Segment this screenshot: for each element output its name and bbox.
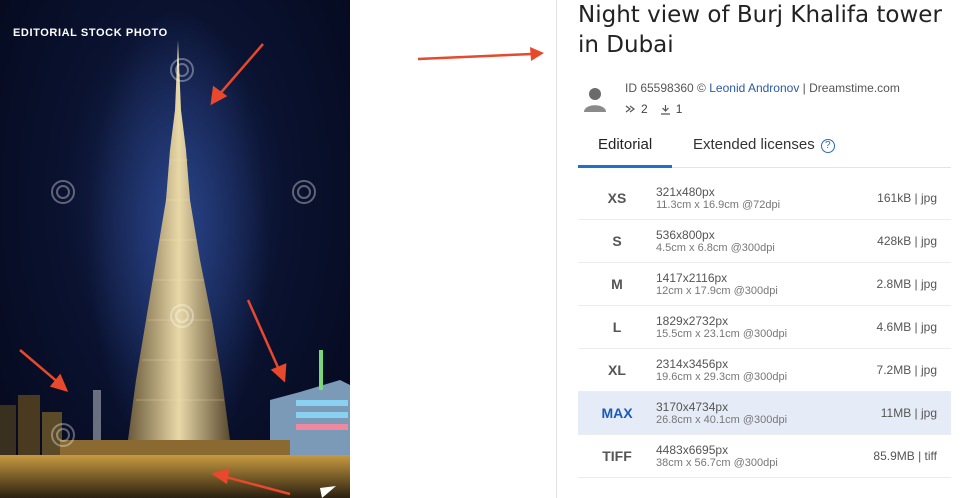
size-file: 2.8MB | jpg xyxy=(876,277,937,291)
size-file: 7.2MB | jpg xyxy=(876,363,937,377)
size-code: MAX xyxy=(601,405,633,421)
help-icon[interactable]: ? xyxy=(820,139,835,153)
user-avatar-icon[interactable] xyxy=(583,85,607,113)
download-icon xyxy=(660,104,670,115)
size-pixels: 536x800px xyxy=(656,227,715,242)
views-count: 2 xyxy=(641,102,648,116)
size-row-l[interactable]: L 1829x2732px 15.5cm x 23.1cm @300dpi 4.6… xyxy=(578,306,951,349)
views-icon xyxy=(625,105,635,113)
size-code: S xyxy=(612,233,622,249)
size-row-xs[interactable]: XS 321x480px 11.3cm x 16.9cm @72dpi 161kB… xyxy=(578,177,951,220)
annotation-arrow xyxy=(417,47,544,61)
tab-extended-label: Extended licenses xyxy=(693,136,815,153)
size-print: 26.8cm x 40.1cm @300dpi xyxy=(656,413,788,426)
site-name: Dreamstime.com xyxy=(809,81,900,95)
size-code: TIFF xyxy=(602,448,632,464)
size-pixels: 4483x6695px xyxy=(656,442,729,457)
downloads-stat: 1 xyxy=(660,102,683,116)
size-pixels: 2314x3456px xyxy=(656,356,729,371)
views-stat: 2 xyxy=(625,102,648,116)
author-block: ID 65598360 © Leonid Andronov | Dreamsti… xyxy=(583,80,900,116)
tab-editorial[interactable]: Editorial xyxy=(598,136,652,153)
size-print: 4.5cm x 6.8cm @300dpi xyxy=(656,241,775,254)
editorial-badge: EDITORIAL STOCK PHOTO xyxy=(13,27,168,39)
size-file: 11MB | jpg xyxy=(880,406,937,420)
size-row-s[interactable]: S 536x800px 4.5cm x 6.8cm @300dpi 428kB |… xyxy=(578,220,951,263)
size-pixels: 3170x4734px xyxy=(656,399,729,414)
size-row-max[interactable]: MAX 3170x4734px 26.8cm x 40.1cm @300dpi 1… xyxy=(578,392,951,435)
size-print: 12cm x 17.9cm @300dpi xyxy=(656,284,778,297)
size-code: M xyxy=(611,276,623,292)
size-file: 85.9MB | tiff xyxy=(873,449,937,463)
size-print: 11.3cm x 16.9cm @72dpi xyxy=(656,198,781,211)
size-row-tiff[interactable]: TIFF 4483x6695px 38cm x 56.7cm @300dpi 85… xyxy=(578,435,951,478)
active-tab-indicator xyxy=(578,165,672,168)
size-file: 4.6MB | jpg xyxy=(876,320,937,334)
size-row-m[interactable]: M 1417x2116px 12cm x 17.9cm @300dpi 2.8MB… xyxy=(578,263,951,306)
tab-extended-licenses[interactable]: Extended licenses ? xyxy=(693,136,835,153)
downloads-count: 1 xyxy=(675,102,683,116)
license-tabs: Editorial Extended licenses ? xyxy=(578,128,951,168)
size-print: 15.5cm x 23.1cm @300dpi xyxy=(656,327,788,340)
size-table: XS 321x480px 11.3cm x 16.9cm @72dpi 161kB… xyxy=(578,177,951,478)
author-link[interactable]: Leonid Andronov xyxy=(709,81,799,95)
stock-photo[interactable]: EDITORIAL STOCK PHOTO xyxy=(0,0,350,498)
size-pixels: 1417x2116px xyxy=(656,270,728,285)
size-print: 38cm x 56.7cm @300dpi xyxy=(656,456,778,469)
size-print: 19.6cm x 29.3cm @300dpi xyxy=(656,370,788,383)
burj-khalifa-illustration xyxy=(0,10,350,498)
size-pixels: 321x480px xyxy=(656,184,715,199)
photo-title: Night view of Burj Khalifa tower in Duba… xyxy=(578,2,942,58)
size-code: XL xyxy=(608,362,626,378)
size-code: L xyxy=(612,319,622,335)
size-row-xl[interactable]: XL 2314x3456px 19.6cm x 29.3cm @300dpi 7.… xyxy=(578,349,951,392)
size-file: 161kB | jpg xyxy=(877,191,937,205)
size-code: XS xyxy=(607,190,627,206)
size-pixels: 1829x2732px xyxy=(656,313,729,328)
separator: | xyxy=(802,81,806,95)
image-id: ID 65598360 © xyxy=(625,81,706,95)
panel-divider xyxy=(556,0,557,498)
size-file: 428kB | jpg xyxy=(877,234,937,248)
